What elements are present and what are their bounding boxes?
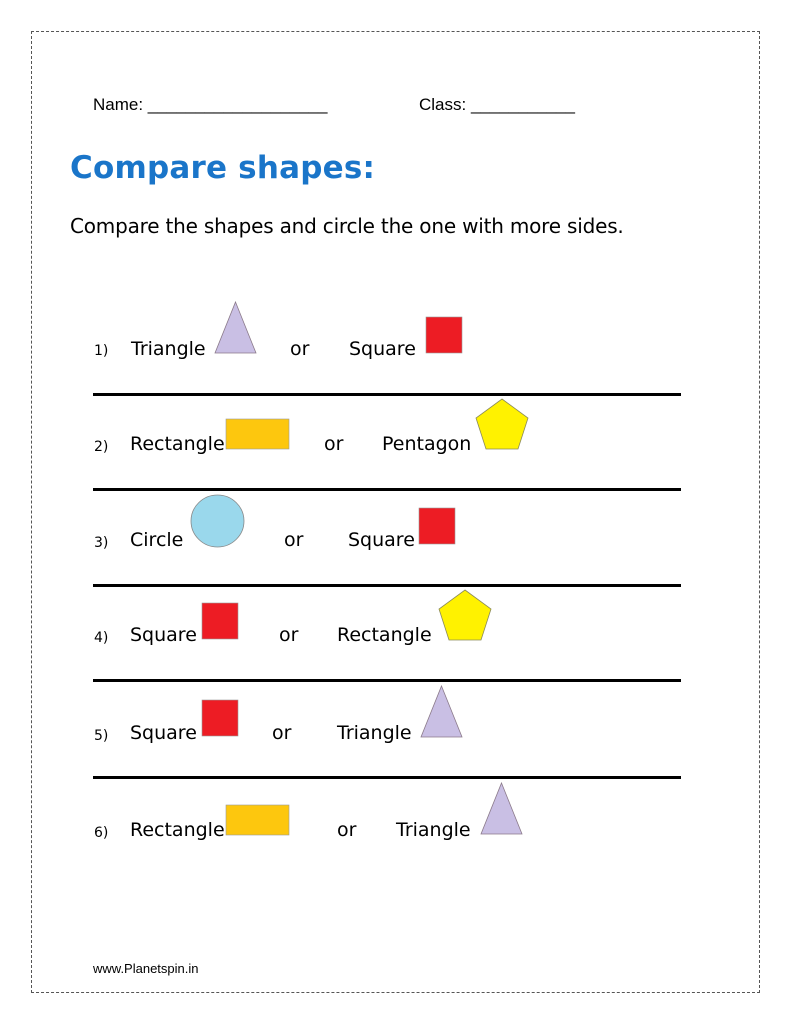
or-label: or (324, 433, 344, 455)
square-shape-fill (418, 507, 456, 545)
divider-line (93, 776, 681, 779)
triangle-shape[interactable] (420, 684, 463, 738)
right-shape-label: Square (349, 338, 416, 360)
right-shape-label: Triangle (396, 819, 471, 841)
question-number: 4) (94, 630, 109, 646)
or-label: or (279, 624, 299, 646)
triangle-shape[interactable] (480, 781, 523, 835)
left-shape-label: Circle (130, 529, 184, 551)
pentagon-shape[interactable] (438, 589, 492, 641)
square-shape[interactable] (418, 507, 456, 545)
rectangle-shape[interactable] (225, 418, 290, 450)
square-shape[interactable] (425, 316, 463, 354)
square-shape[interactable] (201, 602, 239, 640)
rectangle-shape-fill (225, 418, 290, 450)
square-shape-fill (425, 316, 463, 354)
instruction-text: Compare the shapes and circle the one wi… (70, 214, 624, 238)
divider-line (93, 488, 681, 491)
circle-shape-fill (190, 494, 245, 548)
question-number: 1) (94, 343, 109, 359)
divider-line (93, 679, 681, 682)
right-shape-label: Triangle (337, 722, 412, 744)
triangle-shape-fill (480, 781, 523, 835)
class-field[interactable]: Class: ___________ (419, 95, 575, 115)
rectangle-shape[interactable] (225, 804, 290, 836)
pentagon-shape-fill (475, 398, 529, 450)
question-number: 2) (94, 439, 109, 455)
left-shape-label: Square (130, 722, 197, 744)
footer-website: www.Planetspin.in (93, 961, 199, 976)
question-number: 3) (94, 535, 109, 551)
right-shape-label: Rectangle (337, 624, 432, 646)
name-field[interactable]: Name: ___________________ (93, 95, 327, 115)
square-shape-fill (201, 602, 239, 640)
question-number: 6) (94, 825, 109, 841)
left-shape-label: Rectangle (130, 819, 225, 841)
square-shape[interactable] (201, 699, 239, 737)
question-number: 5) (94, 728, 109, 744)
square-shape-fill (201, 699, 239, 737)
triangle-shape-fill (214, 300, 257, 354)
worksheet-title: Compare shapes: (70, 150, 376, 186)
left-shape-label: Rectangle (130, 433, 225, 455)
or-label: or (272, 722, 292, 744)
triangle-shape-fill (420, 684, 463, 738)
left-shape-label: Square (130, 624, 197, 646)
or-label: or (290, 338, 310, 360)
or-label: or (337, 819, 357, 841)
or-label: or (284, 529, 304, 551)
divider-line (93, 584, 681, 587)
triangle-shape[interactable] (214, 300, 257, 354)
circle-shape[interactable] (190, 494, 245, 548)
pentagon-shape-fill (438, 589, 492, 641)
left-shape-label: Triangle (131, 338, 206, 360)
rectangle-shape-fill (225, 804, 290, 836)
right-shape-label: Square (348, 529, 415, 551)
right-shape-label: Pentagon (382, 433, 472, 455)
pentagon-shape[interactable] (475, 398, 529, 450)
divider-line (93, 393, 681, 396)
